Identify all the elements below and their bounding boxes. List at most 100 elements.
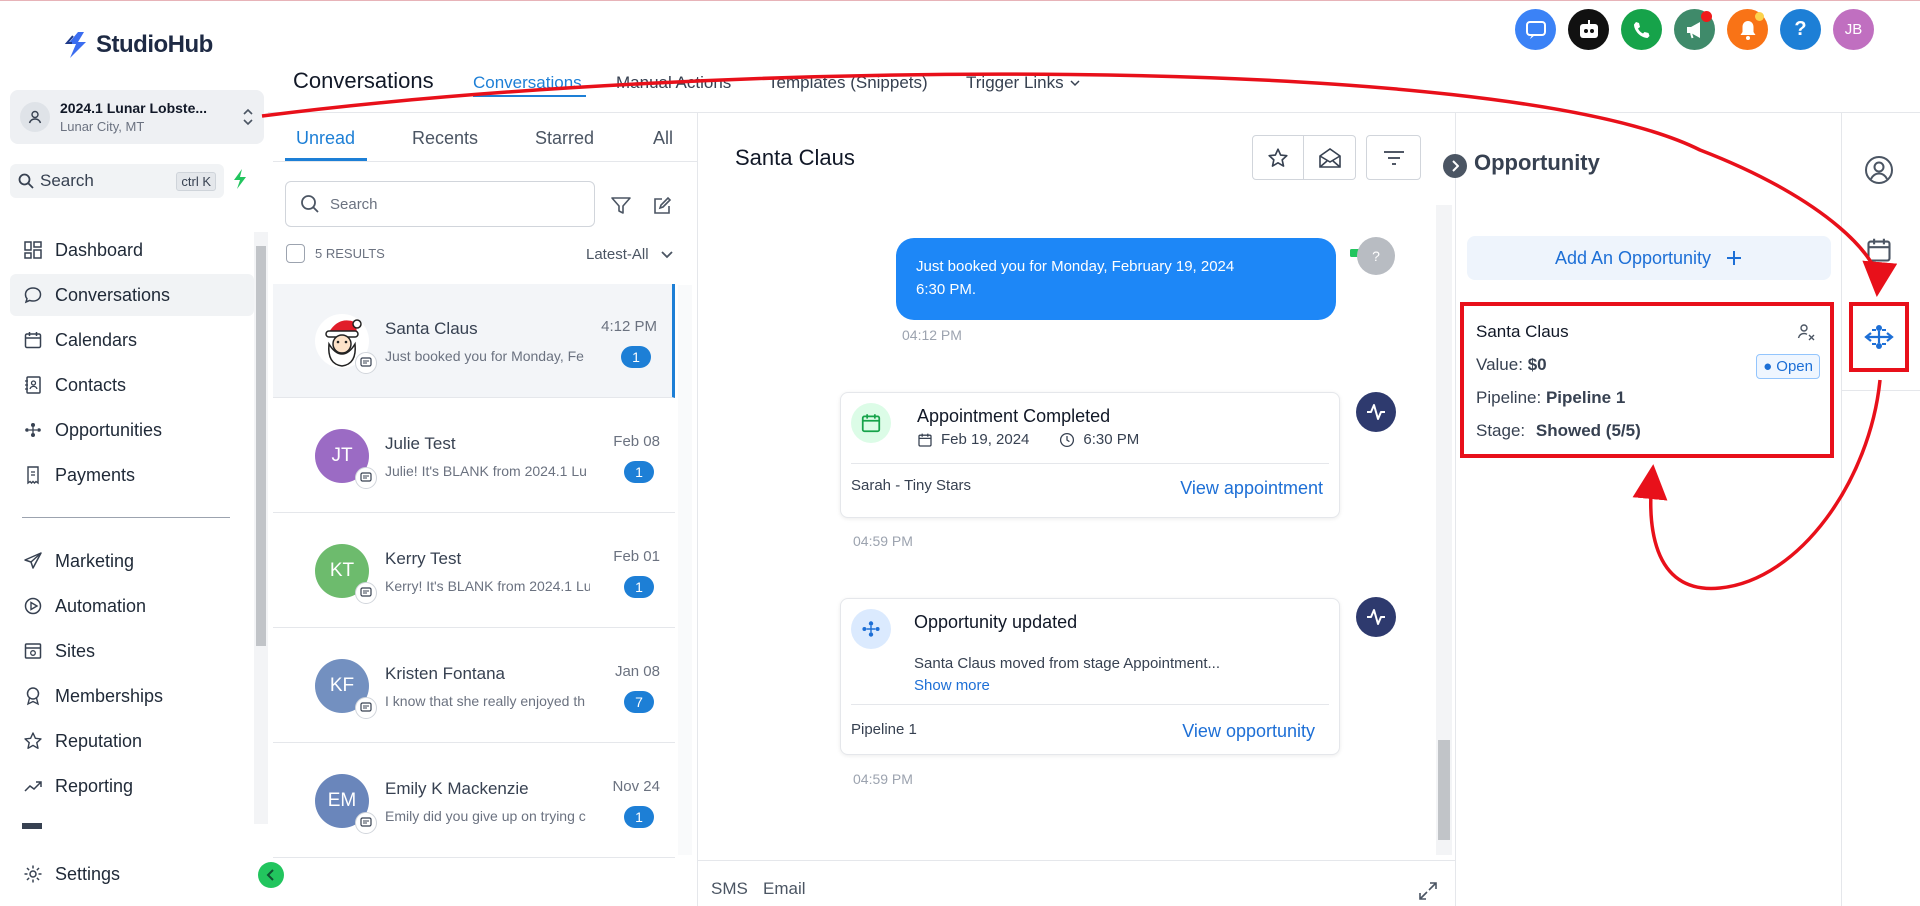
sidebar-divider [22,517,230,518]
tab-sms[interactable]: SMS [711,879,748,899]
chat-widget-icon[interactable] [1515,9,1556,50]
unread-count-badge: 1 [624,461,654,483]
pipeline-label: Pipeline: [1476,388,1542,407]
chevron-down-icon [660,250,673,258]
sidebar-search[interactable]: Search ctrl K [10,164,224,198]
sms-channel-icon [355,352,377,374]
mark-unread-button[interactable] [1304,135,1356,180]
conversation-time: 4:12 PM [601,318,657,335]
tab-trigger-links[interactable]: Trigger Links [966,73,1080,93]
opportunity-update-body: Santa Claus moved from stage Appointment… [914,655,1220,672]
nav-memberships[interactable]: Memberships [10,675,254,717]
nav-conversations[interactable]: Conversations [10,274,254,316]
contact-profile-icon[interactable] [1864,155,1894,185]
nav-reporting[interactable]: Reporting [10,765,254,807]
show-more-link[interactable]: Show more [914,677,990,694]
nav-automation[interactable]: Automation [10,585,254,627]
nav-sites[interactable]: Sites [10,630,254,672]
conversation-preview: Emily did you give up on trying c [385,808,586,824]
tab-unread[interactable]: Unread [296,128,355,149]
help-icon[interactable]: ? [1780,9,1821,50]
right-icon-rail [1841,113,1920,906]
list-scrollbar[interactable] [678,285,692,855]
assign-user-icon[interactable] [1796,322,1816,342]
tab-email[interactable]: Email [763,879,806,899]
appointment-datetime: Feb 19, 2024 6:30 PM [917,431,1139,448]
appointment-card: Appointment Completed Feb 19, 2024 6:30 … [840,392,1340,518]
chat-scrollbar[interactable] [1436,205,1452,855]
filter-messages-button[interactable] [1366,135,1421,180]
conversation-item[interactable]: KF Kristen Fontana I know that she reall… [273,629,675,743]
view-appointment-link[interactable]: View appointment [1180,478,1323,499]
view-opportunity-link[interactable]: View opportunity [1182,721,1315,742]
expand-icon[interactable] [1418,881,1438,901]
collapse-panel-button[interactable] [1443,154,1467,178]
nav-settings[interactable]: Settings [10,853,254,895]
chat-contact-name: Santa Claus [735,145,855,170]
nav-partial-item [22,823,242,829]
gear-icon [22,863,44,885]
tab-conversations[interactable]: Conversations [473,73,582,93]
nav-opportunities[interactable]: Opportunities [10,409,254,451]
tab-templates[interactable]: Templates (Snippets) [768,73,928,93]
conversation-item[interactable]: EM Emily K Mackenzie Emily did you give … [273,744,675,858]
nav-calendars[interactable]: Calendars [10,319,254,361]
megaphone-icon[interactable] [1674,9,1715,50]
composer-bar: SMS Email [698,860,1455,906]
nav-label: Conversations [55,284,171,305]
top-icon-bar: ? JB [1515,9,1874,50]
nav-label: Reporting [55,775,134,796]
star-icon [22,730,44,752]
opportunity-name: Santa Claus [1476,322,1569,341]
nav-payments[interactable]: Payments [10,454,254,496]
select-all-checkbox[interactable] [286,244,305,263]
conversation-item[interactable]: KT Kerry Test Kerry! It's BLANK from 202… [273,514,675,628]
unread-count-badge: 1 [624,576,654,598]
quick-action-button[interactable] [232,168,248,190]
opportunities-tab-highlight[interactable] [1849,302,1909,372]
tab-trigger-links-label: Trigger Links [966,73,1064,92]
opportunity-value: $0 [1527,355,1547,374]
notification-dot [1701,11,1712,22]
mail-open-icon [1318,147,1341,168]
conversation-time: Feb 01 [613,548,660,565]
conversation-search-input[interactable]: Search [285,181,595,227]
sort-dropdown[interactable]: Latest-All [586,246,673,263]
tab-all[interactable]: All [653,128,673,149]
conversation-preview: Just booked you for Monday, Fe [385,348,584,364]
sms-channel-icon [355,697,377,719]
app-logo[interactable]: StudioHub [64,30,213,60]
conversation-item[interactable]: JT Julie Test Julie! It's BLANK from 202… [273,399,675,513]
bot-icon[interactable] [1568,9,1609,50]
nav-reputation[interactable]: Reputation [10,720,254,762]
nav-marketing[interactable]: Marketing [10,540,254,582]
filter-button[interactable] [610,196,632,216]
calendar-icon[interactable] [1864,236,1894,264]
tab-manual-actions[interactable]: Manual Actions [616,73,731,93]
opportunity-stage: Showed (5/5) [1535,421,1641,440]
opportunity-card[interactable]: Santa Claus Value: $0 ● Open Pipeline: P… [1460,302,1834,458]
account-switcher[interactable]: 2024.1 Lunar Lobste... Lunar City, MT [10,90,264,144]
bell-icon[interactable] [1727,9,1768,50]
sms-channel-icon [355,812,377,834]
sidebar-scrollbar[interactable] [254,232,268,824]
scrollbar-thumb[interactable] [1438,740,1450,840]
plus-icon [1727,251,1742,265]
opportunities-icon [22,419,44,441]
add-opportunity-button[interactable]: Add An Opportunity [1467,236,1831,280]
nav-contacts[interactable]: Contacts [10,364,254,406]
conversation-item[interactable]: Santa Claus Just booked you for Monday, … [273,284,675,398]
active-tab-indicator [285,158,367,161]
star-button[interactable] [1252,135,1304,180]
tab-recents[interactable]: Recents [412,128,478,149]
tab-starred[interactable]: Starred [535,128,594,149]
nav-label: Memberships [55,685,164,706]
nav-dashboard[interactable]: Dashboard [10,229,254,271]
nav-label: Calendars [55,329,138,350]
card-divider [851,704,1329,705]
scrollbar-thumb[interactable] [256,246,266,646]
phone-icon[interactable] [1621,9,1662,50]
user-avatar[interactable]: JB [1833,9,1874,50]
outbound-message-bubble: Just booked you for Monday, February 19,… [896,238,1336,320]
compose-button[interactable] [652,196,672,216]
